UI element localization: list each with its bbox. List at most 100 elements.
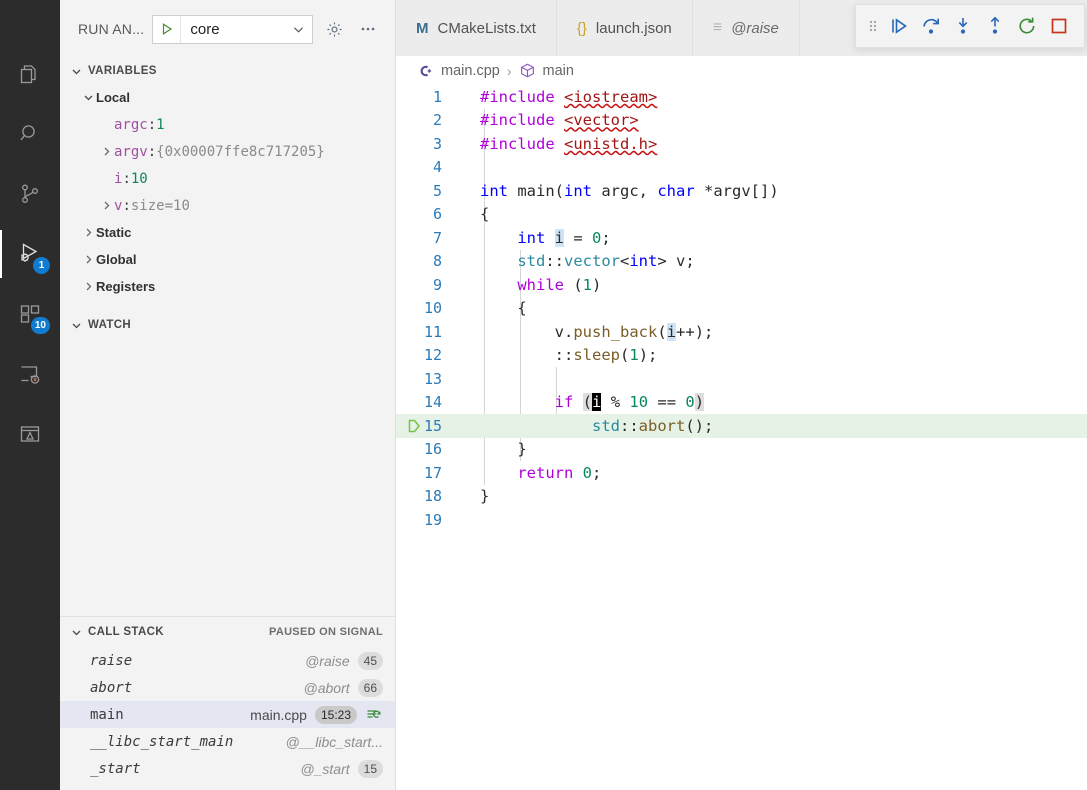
code-token: *argv[]) bbox=[704, 181, 779, 200]
code-line[interactable]: 6{ bbox=[396, 203, 1087, 227]
code-token: ); bbox=[638, 346, 658, 365]
variable-value[interactable]: size=10 bbox=[131, 198, 190, 214]
code-line[interactable]: 8 std::vector<int> v; bbox=[396, 250, 1087, 274]
launch-config-select[interactable]: core bbox=[152, 14, 313, 44]
variables-scope-row[interactable]: Global bbox=[60, 246, 395, 273]
chevron-down-icon[interactable] bbox=[284, 23, 312, 36]
line-text: std::abort(); bbox=[480, 417, 713, 435]
frame-name: main bbox=[90, 706, 124, 723]
tab-cmakelists[interactable]: M CMakeLists.txt bbox=[396, 0, 557, 56]
step-over-button[interactable] bbox=[916, 11, 946, 41]
frame-source: @raise bbox=[305, 652, 350, 669]
activity-item-extensions[interactable]: 10 bbox=[0, 284, 60, 344]
tab-raise[interactable]: ≡ @raise bbox=[692, 0, 800, 56]
call-stack-frame[interactable]: __libc_start_main @__libc_start... bbox=[60, 728, 395, 755]
cube-icon bbox=[519, 62, 536, 79]
activity-item-testing[interactable] bbox=[0, 404, 60, 464]
activity-item-remote-explorer[interactable] bbox=[0, 344, 60, 404]
code-token: ++); bbox=[676, 322, 714, 341]
chevron-right-icon[interactable] bbox=[80, 254, 96, 265]
variables-row[interactable]: v: size=10 bbox=[60, 192, 395, 219]
variables-scope-row[interactable]: Local bbox=[60, 84, 395, 111]
code-token: > v; bbox=[657, 252, 695, 271]
code-line[interactable]: 12 ::sleep(1); bbox=[396, 344, 1087, 368]
code-line[interactable]: 17 return 0; bbox=[396, 461, 1087, 485]
line-number: 9 bbox=[432, 275, 442, 294]
variable-value[interactable]: {0x00007ffe8c717205} bbox=[156, 144, 325, 160]
code-line[interactable]: 14 if (i % 10 == 0) bbox=[396, 391, 1087, 415]
chevron-right-icon[interactable] bbox=[98, 200, 114, 211]
restart-button[interactable] bbox=[1012, 11, 1042, 41]
call-stack-frame[interactable]: raise @raise 45 bbox=[60, 647, 395, 674]
variables-row[interactable]: argc: 1 bbox=[60, 111, 395, 138]
tab-launch-json[interactable]: {} launch.json bbox=[556, 0, 693, 56]
chevron-right-icon[interactable] bbox=[80, 281, 96, 292]
restart-frame-icon[interactable] bbox=[365, 707, 383, 723]
continue-button[interactable] bbox=[884, 11, 914, 41]
code-token: i bbox=[592, 393, 602, 412]
watch-title: WATCH bbox=[88, 319, 132, 331]
gear-icon[interactable] bbox=[321, 16, 347, 42]
code-line[interactable]: 10 { bbox=[396, 297, 1087, 321]
ellipsis-icon[interactable] bbox=[355, 16, 381, 42]
call-stack-section-header[interactable]: CALL STACK PAUSED ON SIGNAL bbox=[60, 617, 395, 647]
code-token: #include bbox=[480, 134, 564, 153]
call-stack-frame[interactable]: _start @_start 15 bbox=[60, 755, 395, 782]
variable-value[interactable]: 1 bbox=[156, 117, 164, 133]
code-line[interactable]: 4 bbox=[396, 156, 1087, 180]
chevron-down-icon[interactable] bbox=[80, 92, 96, 103]
frame-name: raise bbox=[90, 652, 133, 669]
breadcrumb-separator: › bbox=[506, 62, 512, 79]
call-stack-frame[interactable]: main main.cpp 15:23 bbox=[60, 701, 395, 728]
variables-scope-row[interactable]: Static bbox=[60, 219, 395, 246]
variables-scope-row[interactable]: Registers bbox=[60, 273, 395, 300]
line-text: #include <iostream> bbox=[480, 88, 657, 106]
stop-button[interactable] bbox=[1044, 11, 1074, 41]
chevron-right-icon[interactable] bbox=[80, 227, 96, 238]
variable-separator: : bbox=[122, 197, 131, 214]
variables-row[interactable]: argv: {0x00007ffe8c717205} bbox=[60, 138, 395, 165]
code-line[interactable]: 3 #include <unistd.h> bbox=[396, 132, 1087, 156]
cpp-icon bbox=[418, 63, 434, 79]
step-out-button[interactable] bbox=[980, 11, 1010, 41]
activity-item-run-and-debug[interactable]: 1 bbox=[0, 224, 60, 284]
grip-icon[interactable] bbox=[864, 17, 882, 35]
code-line[interactable]: 19 bbox=[396, 508, 1087, 532]
code-line[interactable]: 7 int i = 0; bbox=[396, 226, 1087, 250]
activity-item-search[interactable] bbox=[0, 104, 60, 164]
code-editor[interactable]: 1 #include <iostream> 2 #include <vector> 3 #… bbox=[396, 85, 1087, 790]
code-line[interactable]: 9 while (1) bbox=[396, 273, 1087, 297]
code-line[interactable]: 1 #include <iostream> bbox=[396, 85, 1087, 109]
line-number: 14 bbox=[423, 393, 442, 412]
variables-section-header[interactable]: VARIABLES bbox=[60, 58, 395, 84]
variable-value[interactable]: 10 bbox=[131, 171, 148, 187]
play-icon[interactable] bbox=[153, 15, 182, 43]
code-line[interactable]: 2 #include <vector> bbox=[396, 109, 1087, 133]
breadcrumb-symbol[interactable]: main bbox=[543, 63, 574, 79]
watch-section-header[interactable]: WATCH bbox=[60, 312, 395, 338]
chevron-right-icon[interactable] bbox=[98, 146, 114, 157]
code-token: while bbox=[517, 275, 564, 294]
breadcrumb-file[interactable]: main.cpp bbox=[441, 63, 500, 79]
code-line[interactable]: 16 } bbox=[396, 438, 1087, 462]
variables-row[interactable]: i: 10 bbox=[60, 165, 395, 192]
activity-item-source-control[interactable] bbox=[0, 164, 60, 224]
step-into-button[interactable] bbox=[948, 11, 978, 41]
code-token: abort bbox=[638, 416, 686, 435]
code-line[interactable]: 18} bbox=[396, 485, 1087, 509]
line-text: #include <unistd.h> bbox=[480, 135, 657, 153]
code-line[interactable]: 5 int main(int argc, char *argv[]) bbox=[396, 179, 1087, 203]
activity-item-explorer[interactable] bbox=[0, 44, 60, 104]
code-line[interactable]: 15 std::abort(); bbox=[396, 414, 1087, 438]
line-text: while (1) bbox=[480, 276, 601, 294]
code-token: int bbox=[480, 181, 518, 200]
call-stack-frame[interactable]: abort @abort 66 bbox=[60, 674, 395, 701]
code-line[interactable]: 13 bbox=[396, 367, 1087, 391]
variable-name: i bbox=[114, 170, 123, 187]
code-token: 0 bbox=[685, 393, 695, 412]
code-line[interactable]: 11 v.push_back(i++); bbox=[396, 320, 1087, 344]
